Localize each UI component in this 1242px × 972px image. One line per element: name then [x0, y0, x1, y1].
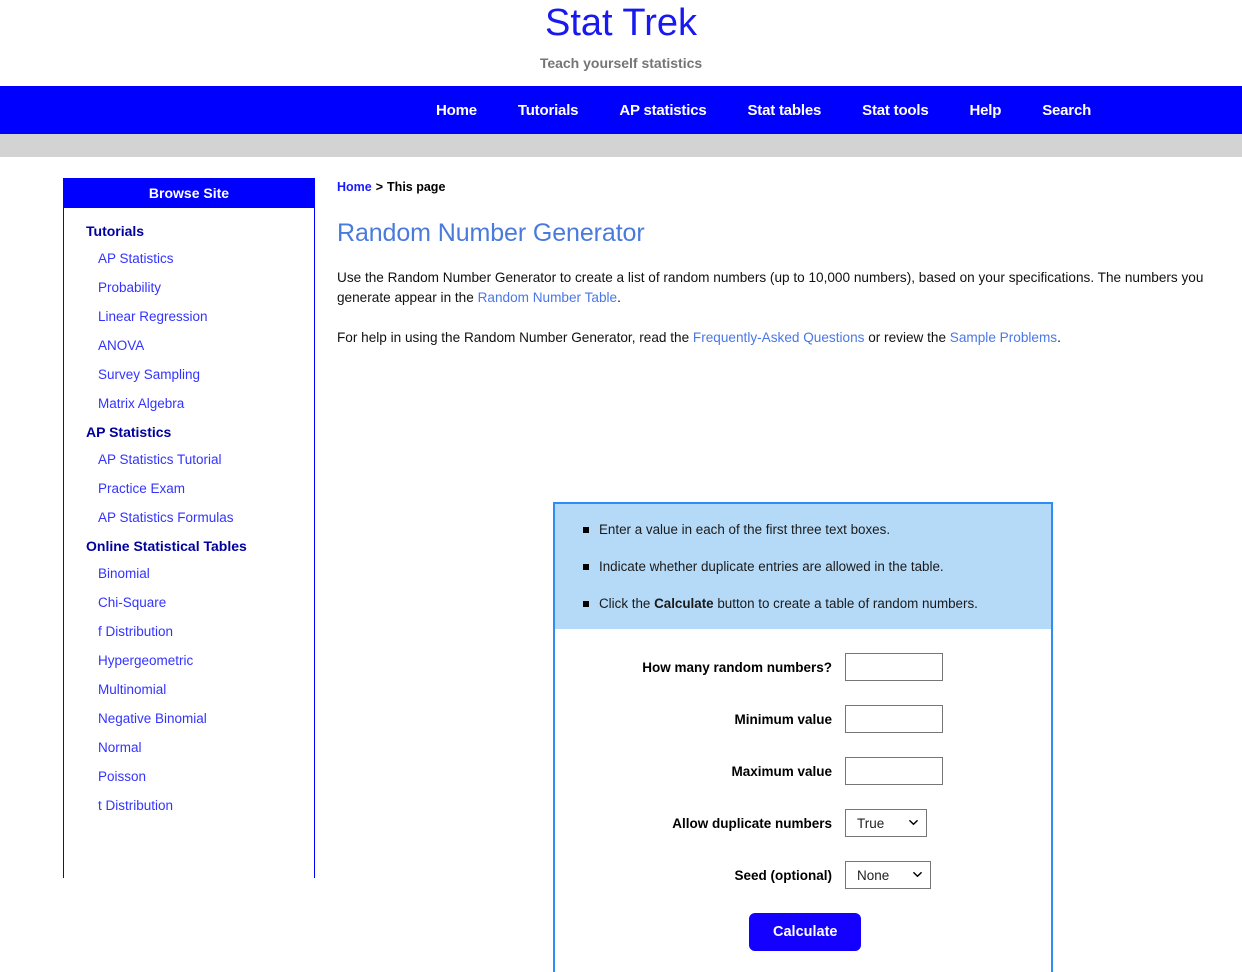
square-bullet-icon: [583, 527, 589, 533]
help-paragraph: For help in using the Random Number Gene…: [337, 328, 1242, 348]
seed-value[interactable]: None: [845, 861, 931, 889]
sidebar-item-poisson[interactable]: Poisson: [64, 762, 314, 791]
how-many-random-numbers-label: How many random numbers?: [642, 659, 832, 675]
nav-item-stat-tools[interactable]: Stat tools: [862, 102, 929, 119]
breadcrumb: Home > This page: [337, 157, 1242, 194]
square-bullet-icon: [583, 601, 589, 607]
form-row-minimum: Minimum value: [555, 705, 1051, 733]
minimum-value-input[interactable]: [845, 705, 943, 733]
browse-site-sidebar: Browse Site Tutorials AP Statistics Prob…: [63, 178, 315, 878]
sample-problems-link[interactable]: Sample Problems: [950, 330, 1057, 345]
sidebar-item-matrix-algebra[interactable]: Matrix Algebra: [64, 389, 314, 418]
breadcrumb-separator: >: [375, 180, 384, 194]
form-row-count: How many random numbers?: [555, 653, 1051, 681]
help-text-3: .: [1057, 330, 1061, 345]
nav-item-help[interactable]: Help: [970, 102, 1002, 119]
faq-link[interactable]: Frequently-Asked Questions: [693, 330, 865, 345]
site-masthead: Stat Trek Teach yourself statistics: [0, 0, 1242, 86]
form-row-allow-duplicates: Allow duplicate numbers True: [555, 809, 1051, 837]
minimum-value-label: Minimum value: [734, 711, 832, 727]
sidebar-item-survey-sampling[interactable]: Survey Sampling: [64, 360, 314, 389]
form-row-seed: Seed (optional) None: [555, 861, 1051, 889]
sidebar-group-title-ap-statistics: AP Statistics: [86, 424, 172, 440]
sidebar-group-title-online-statistical-tables: Online Statistical Tables: [86, 538, 247, 554]
sidebar-item-f-distribution[interactable]: f Distribution: [64, 617, 314, 646]
instruction-item-3: Click the Calculate button to create a t…: [583, 596, 1051, 615]
instruction-text-3a: Click the: [599, 596, 655, 611]
random-number-table-link[interactable]: Random Number Table: [478, 290, 618, 305]
site-title: Stat Trek: [544, 2, 698, 44]
how-many-random-numbers-input[interactable]: [845, 653, 943, 681]
page-body: Browse Site Tutorials AP Statistics Prob…: [0, 157, 1242, 972]
page-title: Random Number Generator: [337, 219, 645, 247]
nav-item-tutorials[interactable]: Tutorials: [518, 102, 579, 119]
seed-label: Seed (optional): [734, 867, 833, 883]
site-tagline: Teach yourself statistics: [539, 55, 703, 71]
intro-text-2: .: [617, 290, 621, 305]
allow-duplicate-numbers-select[interactable]: True: [845, 809, 927, 837]
help-text-1: For help in using the Random Number Gene…: [337, 330, 693, 345]
sidebar-header: Browse Site: [64, 179, 314, 208]
nav-underbar: [0, 134, 1242, 157]
nav-item-home[interactable]: Home: [436, 102, 477, 119]
intro-text-1: Use the Random Number Generator to creat…: [337, 270, 1204, 305]
breadcrumb-home-link[interactable]: Home: [337, 180, 372, 194]
nav-item-stat-tables[interactable]: Stat tables: [747, 102, 821, 119]
instruction-text-1: Enter a value in each of the first three…: [599, 522, 891, 537]
sidebar-item-ap-statistics-formulas[interactable]: AP Statistics Formulas: [64, 503, 314, 532]
breadcrumb-current: This page: [387, 180, 446, 194]
maximum-value-input[interactable]: [845, 757, 943, 785]
instructions-box: Enter a value in each of the first three…: [555, 504, 1051, 629]
main-content: Home > This page Random Number Generator U…: [337, 157, 1242, 972]
sidebar-item-ap-statistics-tutorial[interactable]: AP Statistics Tutorial: [64, 445, 314, 474]
sidebar-item-linear-regression[interactable]: Linear Regression: [64, 302, 314, 331]
sidebar-item-probability[interactable]: Probability: [64, 273, 314, 302]
sidebar-item-normal[interactable]: Normal: [64, 733, 314, 762]
sidebar-item-multinomial[interactable]: Multinomial: [64, 675, 314, 704]
form-fields: How many random numbers? Minimum value M…: [555, 629, 1051, 951]
intro-paragraph: Use the Random Number Generator to creat…: [337, 268, 1242, 308]
instruction-item-1: Enter a value in each of the first three…: [583, 522, 1051, 559]
sidebar-item-practice-exam[interactable]: Practice Exam: [64, 474, 314, 503]
seed-select[interactable]: None: [845, 861, 931, 889]
sidebar-item-binomial[interactable]: Binomial: [64, 559, 314, 588]
instruction-text-3-bold: Calculate: [654, 596, 714, 611]
sidebar-item-hypergeometric[interactable]: Hypergeometric: [64, 646, 314, 675]
nav-item-ap-statistics[interactable]: AP statistics: [619, 102, 706, 119]
help-text-2: or review the: [864, 330, 950, 345]
instruction-text-3b: button to create a table of random numbe…: [713, 596, 978, 611]
sidebar-body: Tutorials AP Statistics Probability Line…: [64, 208, 314, 820]
sidebar-item-anova[interactable]: ANOVA: [64, 331, 314, 360]
square-bullet-icon: [583, 564, 589, 570]
random-number-generator-panel: Enter a value in each of the first three…: [553, 502, 1053, 972]
instruction-item-2: Indicate whether duplicate entries are a…: [583, 559, 1051, 596]
sidebar-item-chi-square[interactable]: Chi-Square: [64, 588, 314, 617]
form-row-maximum: Maximum value: [555, 757, 1051, 785]
allow-duplicate-numbers-value[interactable]: True: [845, 809, 927, 837]
sidebar-item-ap-statistics[interactable]: AP Statistics: [64, 244, 314, 273]
calculate-button[interactable]: Calculate: [749, 913, 862, 951]
maximum-value-label: Maximum value: [731, 763, 832, 779]
instruction-text-2: Indicate whether duplicate entries are a…: [599, 559, 944, 574]
sidebar-group-title-tutorials: Tutorials: [86, 223, 145, 239]
main-navigation: Home Tutorials AP statistics Stat tables…: [0, 86, 1242, 134]
sidebar-item-negative-binomial[interactable]: Negative Binomial: [64, 704, 314, 733]
sidebar-item-t-distribution[interactable]: t Distribution: [64, 791, 314, 820]
calculate-row: Calculate: [555, 913, 1051, 951]
nav-item-search[interactable]: Search: [1042, 102, 1091, 119]
allow-duplicate-numbers-label: Allow duplicate numbers: [672, 815, 832, 831]
